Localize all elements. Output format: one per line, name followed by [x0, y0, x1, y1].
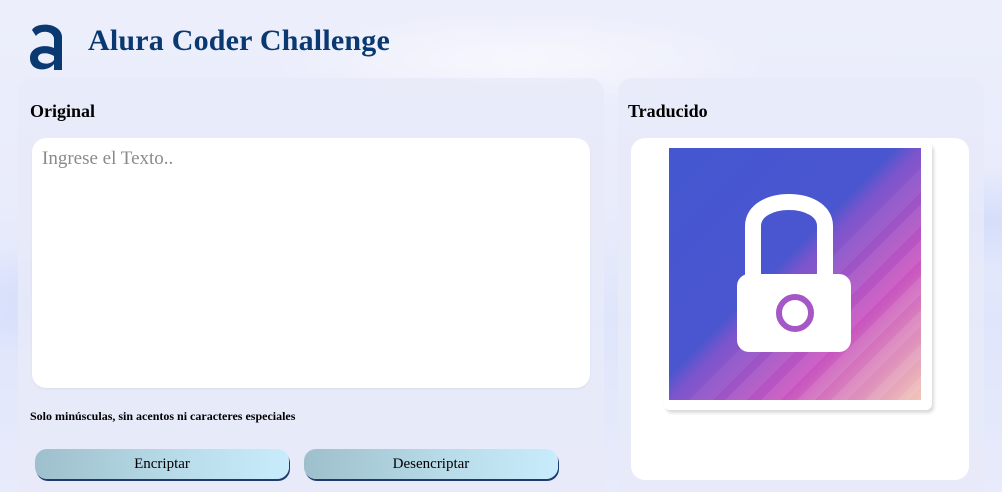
alura-logo-icon — [30, 24, 62, 70]
original-label: Original — [30, 101, 96, 121]
input-hint: Solo minúsculas, sin acentos ni caracter… — [30, 409, 296, 423]
text-input[interactable] — [32, 138, 590, 388]
decrypt-button[interactable]: Desencriptar — [304, 449, 558, 479]
app-title: Alura Coder Challenge — [88, 24, 390, 57]
translated-label: Traducido — [628, 101, 708, 121]
encrypt-button[interactable]: Encriptar — [35, 449, 289, 479]
padlock-icon — [669, 148, 921, 400]
